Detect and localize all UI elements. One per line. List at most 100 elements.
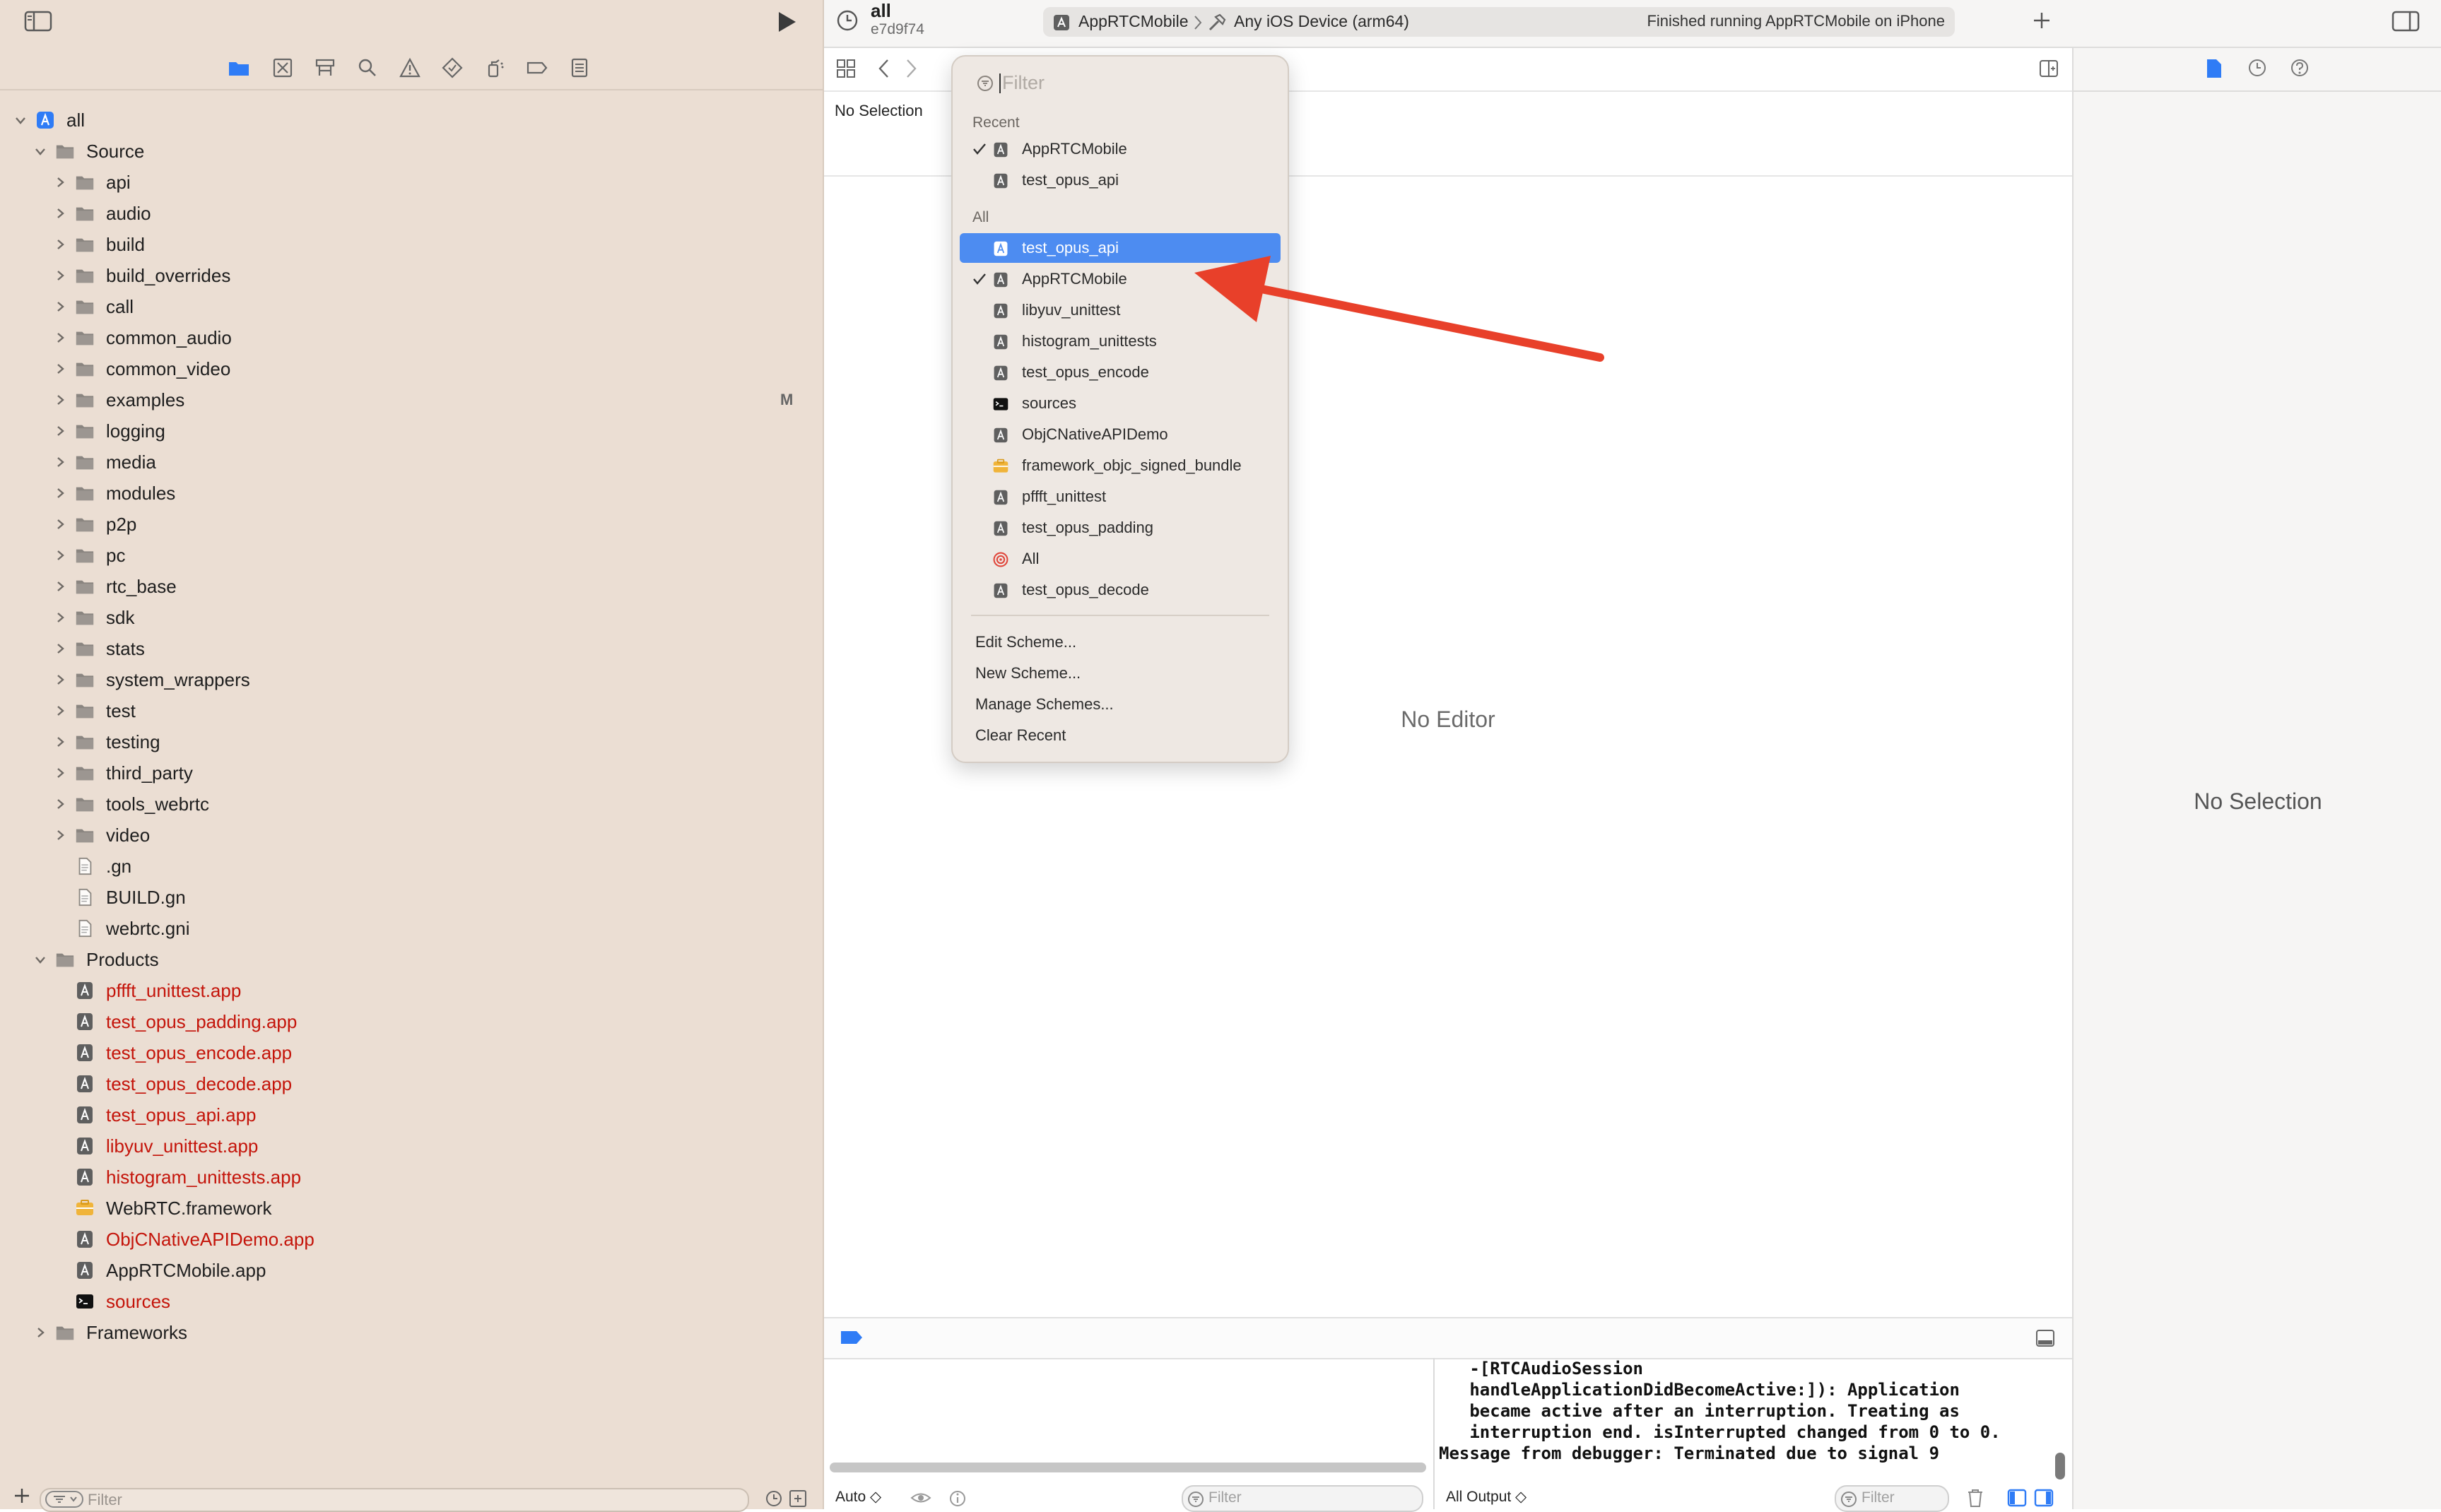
tree-item-video[interactable]: video — [0, 820, 823, 851]
disclosure-chevron-right-icon[interactable] — [54, 798, 66, 810]
inspector-toggle-icon[interactable] — [2392, 10, 2420, 33]
variables-scrollbar[interactable] — [830, 1463, 1426, 1472]
disclosure-chevron-right-icon[interactable] — [54, 767, 66, 779]
tree-item-libyuv-unittest-app[interactable]: libyuv_unittest.app — [0, 1130, 823, 1162]
sidebar-toggle-icon[interactable] — [24, 10, 52, 33]
tree-item-rtc-base[interactable]: rtc_base — [0, 571, 823, 602]
scheme-item-sources[interactable]: sources — [960, 389, 1281, 418]
tree-item-tools-webrtc[interactable]: tools_webrtc — [0, 789, 823, 820]
disclosure-chevron-right-icon[interactable] — [34, 1326, 47, 1339]
tree-item-audio[interactable]: audio — [0, 198, 823, 229]
console-scrollbar[interactable] — [2055, 1453, 2065, 1479]
breakpoint-navigator-icon[interactable] — [526, 57, 548, 79]
disclosure-chevron-right-icon[interactable] — [54, 269, 66, 282]
filter-options-icon[interactable] — [45, 1491, 83, 1508]
disclosure-chevron-right-icon[interactable] — [54, 580, 66, 593]
forward-chevron-icon[interactable] — [903, 58, 919, 79]
related-items-grid-icon[interactable] — [835, 58, 857, 79]
tree-item-source[interactable]: Source — [0, 136, 823, 167]
tree-item-testing[interactable]: testing — [0, 726, 823, 757]
tree-item-common-video[interactable]: common_video — [0, 353, 823, 384]
disclosure-chevron-right-icon[interactable] — [54, 176, 66, 189]
tree-item-test-opus-decode-app[interactable]: test_opus_decode.app — [0, 1068, 823, 1099]
scheme-history-clock-icon[interactable] — [835, 8, 859, 33]
tree-item-stats[interactable]: stats — [0, 633, 823, 664]
disclosure-chevron-right-icon[interactable] — [54, 394, 66, 406]
tree-item-build[interactable]: build — [0, 229, 823, 260]
tree-item-pffft-unittest-app[interactable]: pffft_unittest.app — [0, 975, 823, 1006]
scheme-title[interactable]: all — [871, 0, 891, 22]
edit-scheme-menu-item[interactable]: Edit Scheme... — [975, 633, 1076, 651]
tree-item-media[interactable]: media — [0, 447, 823, 478]
add-icon[interactable] — [13, 1487, 31, 1505]
eye-icon[interactable] — [910, 1489, 931, 1506]
symbol-navigator-icon[interactable] — [314, 57, 336, 79]
disclosure-chevron-down-icon[interactable] — [34, 145, 47, 158]
tree-item-build-overrides[interactable]: build_overrides — [0, 260, 823, 291]
disclosure-chevron-right-icon[interactable] — [54, 207, 66, 220]
tree-item-call[interactable]: call — [0, 291, 823, 322]
issue-navigator-warning-icon[interactable] — [399, 57, 421, 79]
report-navigator-icon[interactable] — [568, 57, 591, 79]
tree-item-third-party[interactable]: third_party — [0, 757, 823, 789]
tree-item-objcnativeapidemo-app[interactable]: ObjCNativeAPIDemo.app — [0, 1224, 823, 1255]
disclosure-chevron-right-icon[interactable] — [54, 518, 66, 531]
scheme-item-framework-objc-signed-bundle[interactable]: framework_objc_signed_bundle — [960, 451, 1281, 480]
tree-item-sources[interactable]: sources — [0, 1286, 823, 1317]
disclosure-chevron-right-icon[interactable] — [54, 456, 66, 468]
info-icon[interactable] — [948, 1489, 967, 1508]
tree-item-sdk[interactable]: sdk — [0, 602, 823, 633]
disclosure-chevron-down-icon[interactable] — [34, 953, 47, 966]
disclosure-chevron-right-icon[interactable] — [54, 238, 66, 251]
file-inspector-icon[interactable] — [2205, 58, 2223, 79]
breakpoints-toggle-icon[interactable] — [840, 1330, 864, 1345]
variables-filter-input[interactable]: Filter — [1182, 1485, 1423, 1512]
tree-item-p2p[interactable]: p2p — [0, 509, 823, 540]
test-navigator-diamond-icon[interactable] — [441, 57, 464, 79]
show-console-icon[interactable] — [2034, 1488, 2054, 1508]
scheme-item-all[interactable]: All — [960, 544, 1281, 574]
project-navigator-folder-icon[interactable] — [228, 57, 250, 79]
tree-item-webrtc-framework[interactable]: WebRTC.framework — [0, 1193, 823, 1224]
tree-item-pc[interactable]: pc — [0, 540, 823, 571]
tree-item-apprtcmobile-app[interactable]: AppRTCMobile.app — [0, 1255, 823, 1286]
activity-view[interactable]: AppRTCMobile Any iOS Device (arm64) Fini… — [1043, 7, 1955, 37]
scheme-item-test-opus-padding[interactable]: test_opus_padding — [960, 513, 1281, 543]
active-scheme-label[interactable]: AppRTCMobile — [1078, 12, 1189, 31]
console-mode-select[interactable]: All Output ◇ — [1446, 1488, 1527, 1506]
navigator-filter-input[interactable]: Filter — [40, 1488, 749, 1512]
hide-debug-area-icon[interactable] — [2035, 1328, 2055, 1348]
split-editor-icon[interactable] — [2038, 58, 2059, 79]
source-control-filter-icon[interactable] — [789, 1489, 807, 1508]
back-chevron-icon[interactable] — [876, 58, 892, 79]
tree-item-logging[interactable]: logging — [0, 415, 823, 447]
tree-item-test-opus-padding-app[interactable]: test_opus_padding.app — [0, 1006, 823, 1037]
disclosure-chevron-right-icon[interactable] — [54, 611, 66, 624]
debug-navigator-spray-icon[interactable] — [483, 57, 506, 79]
destination-label[interactable]: Any iOS Device (arm64) — [1234, 12, 1409, 31]
history-inspector-clock-icon[interactable] — [2247, 58, 2267, 78]
disclosure-chevron-right-icon[interactable] — [54, 425, 66, 437]
new-scheme-menu-item[interactable]: New Scheme... — [975, 664, 1081, 683]
disclosure-chevron-right-icon[interactable] — [54, 362, 66, 375]
run-button[interactable] — [775, 10, 799, 34]
scheme-item-apprtcmobile[interactable]: AppRTCMobile — [960, 134, 1281, 164]
scheme-filter-input[interactable]: Filter — [965, 68, 1274, 98]
disclosure-chevron-right-icon[interactable] — [54, 704, 66, 717]
tree-item-examples[interactable]: examples M — [0, 384, 823, 415]
console-filter-input[interactable]: Filter — [1835, 1485, 1949, 1512]
disclosure-chevron-right-icon[interactable] — [54, 487, 66, 500]
console-output[interactable]: -[RTCAudioSession handleApplicationDidBe… — [1439, 1358, 2061, 1464]
disclosure-chevron-right-icon[interactable] — [54, 642, 66, 655]
tree-item-test[interactable]: test — [0, 695, 823, 726]
disclosure-chevron-right-icon[interactable] — [54, 829, 66, 841]
tree-item-test-opus-encode-app[interactable]: test_opus_encode.app — [0, 1037, 823, 1068]
disclosure-chevron-right-icon[interactable] — [54, 549, 66, 562]
trash-icon[interactable] — [1966, 1488, 1984, 1508]
find-navigator-search-icon[interactable] — [356, 57, 379, 79]
variables-mode-select[interactable]: Auto ◇ — [835, 1488, 881, 1506]
tree-item-system-wrappers[interactable]: system_wrappers — [0, 664, 823, 695]
tree-item-modules[interactable]: modules — [0, 478, 823, 509]
tree-item-build-gn[interactable]: BUILD.gn — [0, 882, 823, 913]
disclosure-chevron-right-icon[interactable] — [54, 300, 66, 313]
